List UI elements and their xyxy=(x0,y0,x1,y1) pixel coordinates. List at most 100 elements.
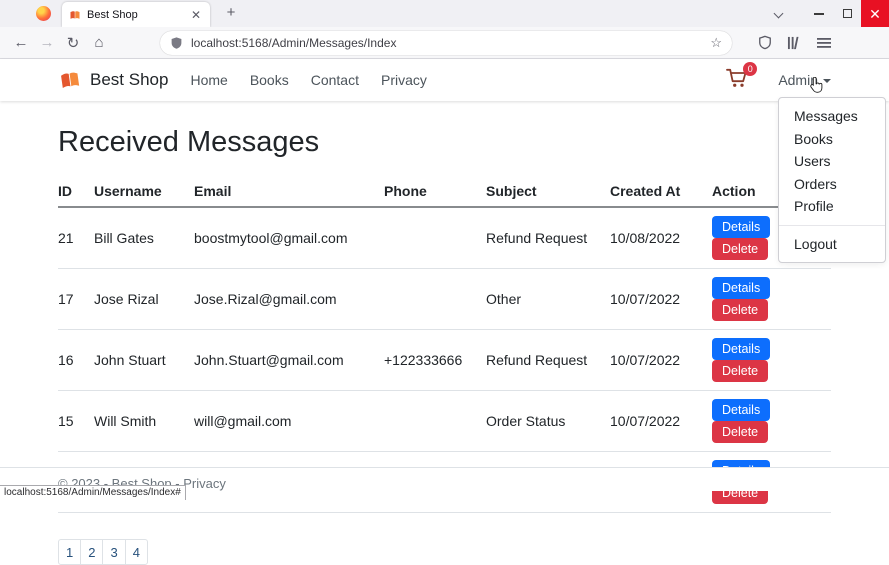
header-right: 0 Admin xyxy=(726,68,831,93)
cell-subject: Refund Request xyxy=(486,330,610,391)
footer-privacy-link[interactable]: Privacy xyxy=(183,476,226,491)
menu-item-orders[interactable]: Orders xyxy=(779,173,885,196)
table-row: 15 Will Smith will@gmail.com Order Statu… xyxy=(58,391,831,452)
tab-favicon-icon xyxy=(69,9,81,21)
delete-button[interactable]: Delete xyxy=(712,238,768,260)
cell-created: 10/07/2022 xyxy=(610,391,712,452)
admin-dropdown-toggle[interactable]: Admin xyxy=(778,72,831,88)
cell-email: boostmytool@gmail.com xyxy=(194,207,384,269)
bookmark-star-icon[interactable]: ☆ xyxy=(710,35,722,51)
cell-phone: +122333666 xyxy=(384,330,486,391)
tab-close-icon[interactable]: ✕ xyxy=(189,8,203,22)
home-icon[interactable]: ⌂ xyxy=(86,34,112,51)
nav-home[interactable]: Home xyxy=(190,72,227,88)
cell-created: 10/07/2022 xyxy=(610,330,712,391)
maximize-button[interactable] xyxy=(833,0,861,27)
close-button[interactable]: ✕ xyxy=(861,0,889,27)
cell-email: John.Stuart@gmail.com xyxy=(194,330,384,391)
menu-item-logout[interactable]: Logout xyxy=(779,233,885,256)
col-header-phone: Phone xyxy=(384,176,486,207)
brand-logo-icon xyxy=(58,69,82,91)
minimize-button[interactable] xyxy=(805,0,833,27)
messages-table: ID Username Email Phone Subject Created … xyxy=(58,176,831,513)
nav-contact[interactable]: Contact xyxy=(311,72,359,88)
menu-item-profile[interactable]: Profile xyxy=(779,195,885,218)
main-nav: Home Books Contact Privacy xyxy=(190,72,426,88)
cell-subject: Other xyxy=(486,269,610,330)
pagination: 1 2 3 4 xyxy=(58,539,148,565)
page-2-link[interactable]: 2 xyxy=(80,539,103,565)
nav-privacy[interactable]: Privacy xyxy=(381,72,427,88)
reload-icon[interactable]: ↻ xyxy=(60,34,86,52)
firefox-icon xyxy=(36,6,51,21)
site-header: Best Shop Home Books Contact Privacy 0 A… xyxy=(0,59,889,101)
back-icon[interactable]: ← xyxy=(8,34,34,51)
admin-dropdown-menu: Messages Books Users Orders Profile Logo… xyxy=(778,97,886,263)
cell-phone xyxy=(384,391,486,452)
cell-username: Jose Rizal xyxy=(94,269,194,330)
protections-shield-icon[interactable] xyxy=(758,35,772,50)
cell-subject: Order Status xyxy=(486,391,610,452)
cart-badge: 0 xyxy=(743,62,757,76)
delete-button[interactable]: Delete xyxy=(712,421,768,443)
nav-books[interactable]: Books xyxy=(250,72,289,88)
toolbar-right-icons xyxy=(758,35,831,50)
chevron-down-icon xyxy=(823,79,831,83)
page-3-link[interactable]: 3 xyxy=(102,539,125,565)
tab-list-chevron-icon[interactable] xyxy=(775,10,783,18)
brand-name[interactable]: Best Shop xyxy=(90,70,168,90)
cell-email: Jose.Rizal@gmail.com xyxy=(194,269,384,330)
cell-id: 15 xyxy=(58,391,94,452)
cell-subject: Refund Request xyxy=(486,207,610,269)
details-button[interactable]: Details xyxy=(712,399,770,421)
cell-action: DetailsDelete xyxy=(712,269,831,330)
brand[interactable]: Best Shop xyxy=(58,69,168,91)
new-tab-button[interactable]: + xyxy=(222,4,240,22)
col-header-email: Email xyxy=(194,176,384,207)
cell-id: 21 xyxy=(58,207,94,269)
menu-item-books[interactable]: Books xyxy=(779,128,885,151)
menu-icon[interactable] xyxy=(817,37,831,49)
details-button[interactable]: Details xyxy=(712,277,770,299)
cell-action: DetailsDelete xyxy=(712,330,831,391)
col-header-id: ID xyxy=(58,176,94,207)
cell-username: John Stuart xyxy=(94,330,194,391)
admin-label: Admin xyxy=(778,72,818,88)
page-4-link[interactable]: 4 xyxy=(125,539,148,565)
forward-icon: → xyxy=(34,34,60,51)
library-icon[interactable] xyxy=(787,36,802,50)
table-row: 16 John Stuart John.Stuart@gmail.com +12… xyxy=(58,330,831,391)
page-title: Received Messages xyxy=(58,126,831,159)
cell-created: 10/08/2022 xyxy=(610,207,712,269)
browser-titlebar: Best Shop ✕ + ✕ xyxy=(0,0,889,27)
delete-button[interactable]: Delete xyxy=(712,360,768,382)
table-row: 21 Bill Gates boostmytool@gmail.com Refu… xyxy=(58,207,831,269)
col-header-username: Username xyxy=(94,176,194,207)
address-bar[interactable]: localhost:5168/Admin/Messages/Index ☆ xyxy=(160,31,732,55)
tab-title: Best Shop xyxy=(87,9,189,21)
col-header-subject: Subject xyxy=(486,176,610,207)
cell-username: Bill Gates xyxy=(94,207,194,269)
table-row: 17 Jose Rizal Jose.Rizal@gmail.com Other… xyxy=(58,269,831,330)
cell-action: DetailsDelete xyxy=(712,391,831,452)
menu-divider xyxy=(779,225,885,226)
details-button[interactable]: Details xyxy=(712,216,770,238)
table-header-row: ID Username Email Phone Subject Created … xyxy=(58,176,831,207)
menu-item-messages[interactable]: Messages xyxy=(779,105,885,128)
browser-toolbar: ← → ↻ ⌂ localhost:5168/Admin/Messages/In… xyxy=(0,27,889,59)
page-1-link[interactable]: 1 xyxy=(58,539,81,565)
browser-tab[interactable]: Best Shop ✕ xyxy=(62,2,210,27)
menu-item-users[interactable]: Users xyxy=(779,150,885,173)
main-content: Received Messages ID Username Email Phon… xyxy=(0,101,889,500)
cell-email: will@gmail.com xyxy=(194,391,384,452)
cart-button[interactable]: 0 xyxy=(726,68,748,93)
cell-username: Will Smith xyxy=(94,391,194,452)
url-text[interactable]: localhost:5168/Admin/Messages/Index xyxy=(191,36,710,50)
shield-icon[interactable] xyxy=(170,36,183,50)
cell-id: 16 xyxy=(58,330,94,391)
cell-phone xyxy=(384,207,486,269)
delete-button[interactable]: Delete xyxy=(712,299,768,321)
details-button[interactable]: Details xyxy=(712,338,770,360)
cell-created: 10/07/2022 xyxy=(610,269,712,330)
cell-phone xyxy=(384,269,486,330)
